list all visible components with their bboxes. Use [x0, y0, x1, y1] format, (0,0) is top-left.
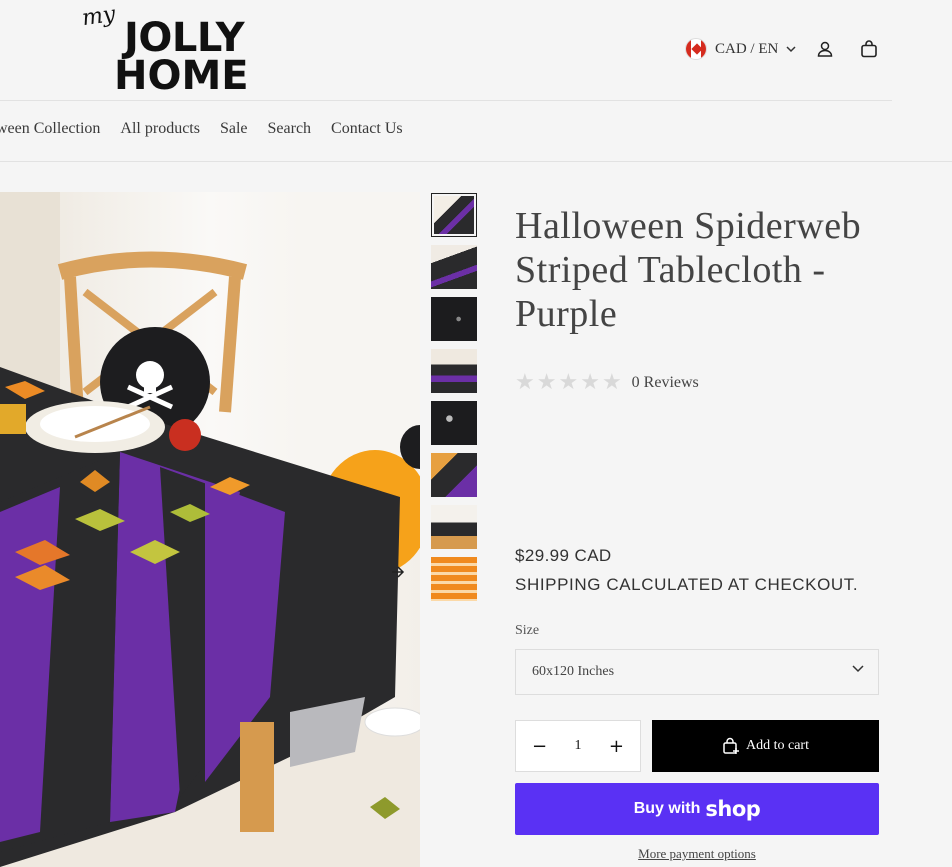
buy-with-shop-button[interactable]: Buy with shop	[515, 783, 879, 835]
nav-item-all-products[interactable]: All products	[120, 120, 200, 138]
logo-home: HOME	[114, 53, 249, 99]
logo-jolly: JOLLY	[124, 15, 245, 61]
main-nav: oween Collection All products Sale Searc…	[0, 120, 403, 138]
header-divider	[0, 100, 892, 101]
thumbnail-2[interactable]	[431, 245, 477, 289]
star-icon: ★	[558, 370, 579, 395]
shipping-note: SHIPPING CALCULATED AT CHECKOUT.	[515, 575, 859, 594]
locale-label: CAD / EN	[715, 40, 779, 57]
thumbnail-gallery	[431, 193, 477, 609]
size-label: Size	[515, 623, 540, 638]
cart-icon[interactable]	[858, 38, 880, 60]
star-icon: ★	[580, 370, 600, 395]
logo-my: my	[80, 1, 117, 32]
product-price: $29.99 CAD	[515, 546, 612, 565]
brand-logo[interactable]: my JOLLY HOME	[80, 1, 262, 99]
nav-divider	[0, 161, 952, 162]
gallery-next-arrow-icon[interactable]	[388, 562, 408, 582]
add-to-cart-label: Add to cart	[746, 738, 809, 753]
reviews-count: 0 Reviews	[631, 374, 699, 391]
chevron-down-icon	[786, 45, 796, 52]
thumbnail-6[interactable]	[431, 453, 477, 497]
thumbnail-4[interactable]	[431, 349, 477, 393]
quantity-value[interactable]: 1	[575, 738, 582, 754]
quantity-decrease-button[interactable]: −	[532, 736, 547, 757]
star-icon: ★	[515, 370, 535, 395]
thumbnail-8[interactable]	[431, 557, 477, 601]
size-select[interactable]: 60x120 Inches	[515, 649, 879, 695]
star-icon: ★	[536, 370, 557, 395]
shop-pay-logo: shop	[705, 797, 761, 821]
thumbnail-3[interactable]	[431, 297, 477, 341]
thumbnail-1[interactable]	[431, 193, 477, 237]
canada-flag-icon	[685, 38, 707, 60]
product-main-image[interactable]	[0, 192, 420, 867]
add-to-cart-button[interactable]: Add to cart	[652, 720, 879, 772]
account-icon[interactable]	[814, 38, 836, 60]
product-title: Halloween Spiderweb Striped Tablecloth -…	[515, 205, 862, 335]
nav-item-halloween-collection[interactable]: oween Collection	[0, 120, 100, 138]
nav-item-contact-us[interactable]: Contact Us	[331, 120, 403, 138]
nav-item-sale[interactable]: Sale	[220, 120, 248, 138]
product-rating[interactable]: ★ ★ ★ ★ ★ 0 Reviews	[515, 372, 699, 394]
more-payment-options-link[interactable]: More payment options	[515, 846, 879, 862]
thumbnail-7[interactable]	[431, 505, 477, 549]
size-value: 60x120 Inches	[532, 664, 615, 679]
star-icon: ★	[601, 370, 622, 395]
buy-with-label: Buy with	[633, 800, 701, 817]
thumbnail-5[interactable]	[431, 401, 477, 445]
quantity-increase-button[interactable]: +	[609, 736, 624, 757]
chevron-down-icon	[852, 665, 864, 673]
quantity-stepper: − 1 +	[515, 720, 641, 772]
nav-item-search[interactable]: Search	[268, 120, 312, 138]
locale-selector[interactable]: CAD / EN	[685, 38, 796, 60]
bag-plus-icon	[723, 737, 739, 754]
